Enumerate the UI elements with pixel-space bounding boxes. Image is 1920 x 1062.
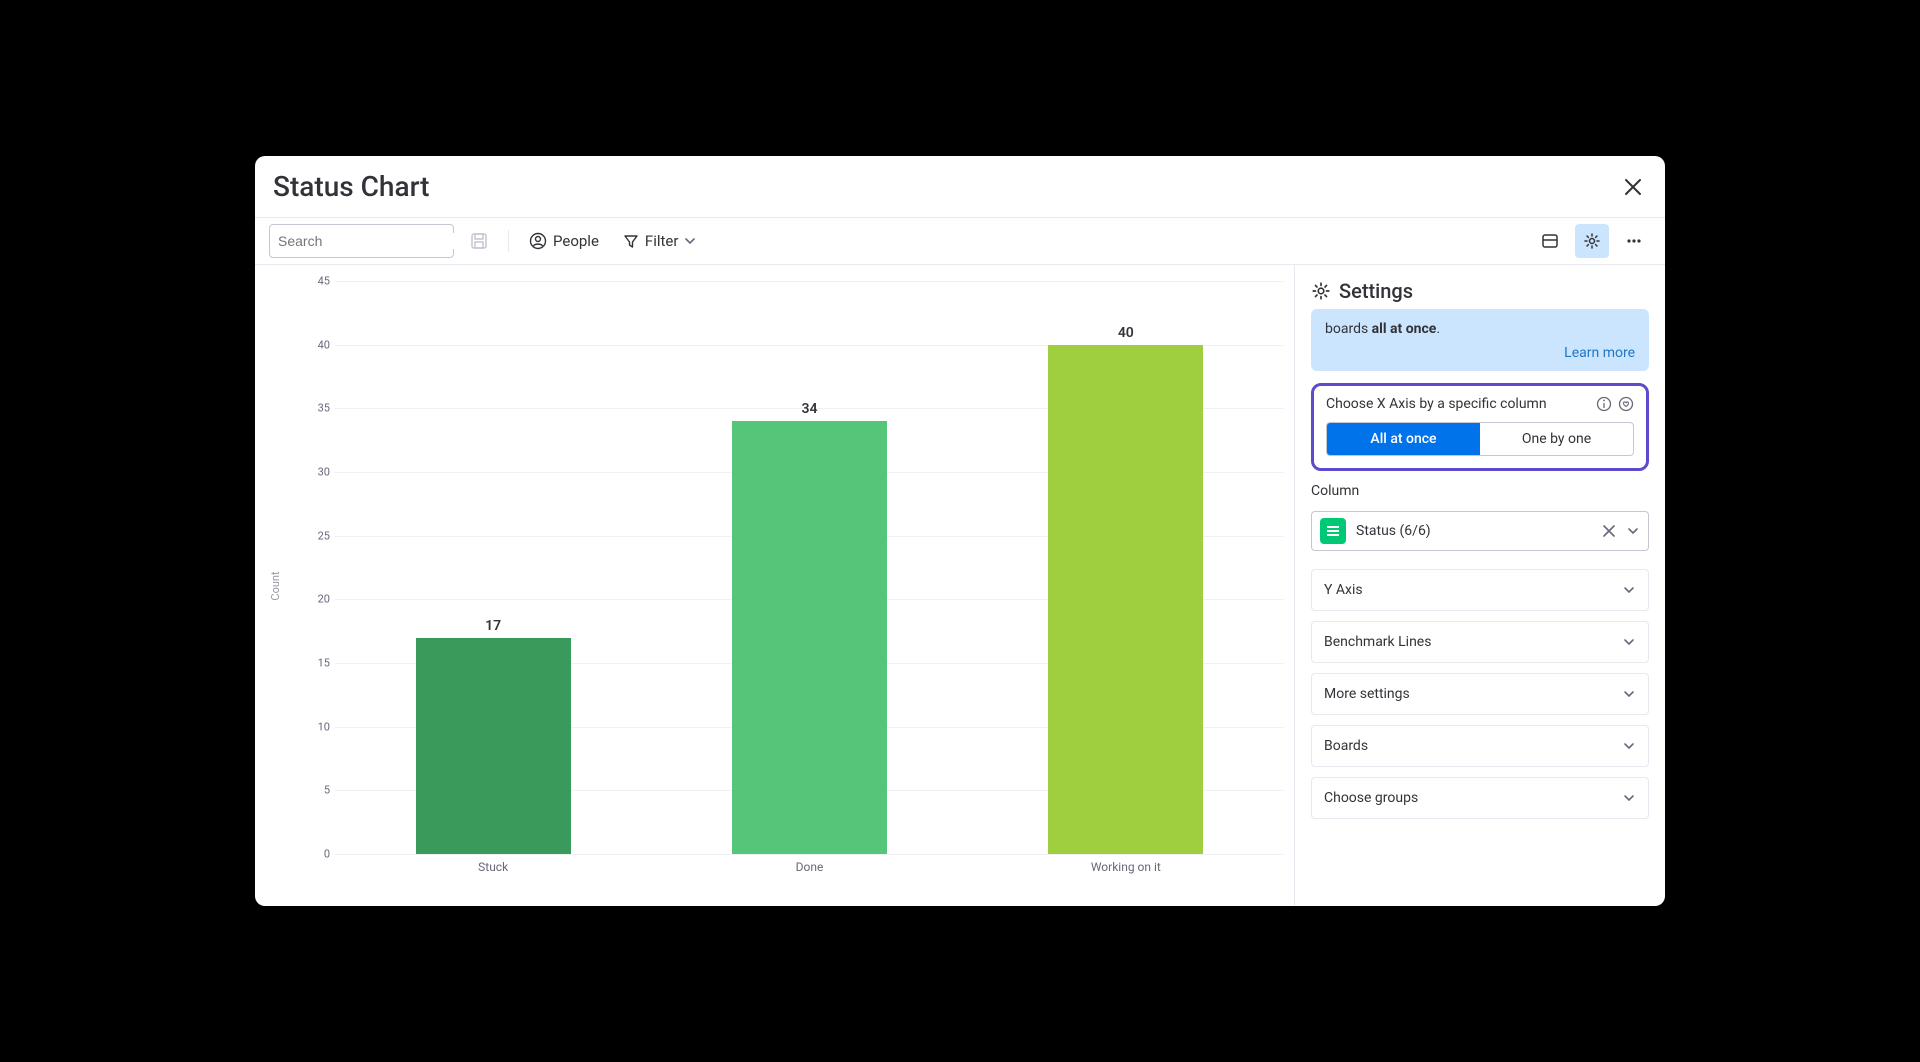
filter-icon: [623, 233, 639, 249]
x-labels: StuckDoneWorking on it: [335, 860, 1284, 874]
chart-area: Count 0 5 10 15 20 25 30 35 40 45 17 34 40 StuckDon…: [255, 265, 1295, 906]
gear-icon: [1311, 281, 1331, 301]
bar-slot: 40: [968, 281, 1284, 854]
page-title: Status Chart: [273, 170, 429, 203]
x-tick-label: Stuck: [335, 860, 651, 874]
heart-icon[interactable]: [1618, 396, 1634, 412]
body: Count 0 5 10 15 20 25 30 35 40 45 17 34 40 StuckDon…: [255, 265, 1665, 906]
column-value: Status (6/6): [1356, 523, 1592, 539]
search-input[interactable]: [278, 233, 459, 249]
panel-icon: [1541, 232, 1559, 250]
bars-row: 17 34 40: [335, 281, 1284, 854]
y-axis-label: Count: [269, 571, 282, 600]
gear-icon: [1583, 232, 1601, 250]
y-tick-label: 35: [305, 402, 330, 415]
y-tick-label: 15: [305, 657, 330, 670]
accordion-boards[interactable]: Boards: [1311, 725, 1649, 767]
people-button[interactable]: People: [521, 224, 607, 258]
xaxis-section: Choose X Axis by a specific column All a…: [1311, 383, 1649, 471]
xaxis-row: Choose X Axis by a specific column: [1326, 396, 1634, 412]
settings-panel: Settings boards all at once. Learn more …: [1295, 265, 1665, 906]
bar-slot: 17: [335, 281, 651, 854]
settings-button[interactable]: [1575, 224, 1609, 258]
window: Status Chart People Filter: [255, 156, 1665, 906]
x-tick-label: Done: [651, 860, 967, 874]
y-tick-label: 10: [305, 720, 330, 733]
accordion-label: Benchmark Lines: [1324, 634, 1431, 650]
close-button[interactable]: [1619, 173, 1647, 201]
chart-plot: 0 5 10 15 20 25 30 35 40 45 17 34 40 StuckDoneWorki…: [295, 275, 1294, 876]
chevron-down-icon: [1622, 687, 1636, 701]
y-tick-label: 25: [305, 529, 330, 542]
bar[interactable]: [732, 421, 887, 854]
y-tick-label: 5: [305, 784, 330, 797]
bar[interactable]: [1048, 345, 1203, 854]
accordion-label: More settings: [1324, 686, 1410, 702]
y-tick-label: 40: [305, 338, 330, 351]
bar-value-label: 17: [485, 618, 501, 634]
bar-slot: 34: [651, 281, 967, 854]
bar-value-label: 40: [1118, 325, 1134, 341]
grid-line: [335, 854, 1284, 855]
xaxis-icons: [1596, 396, 1634, 412]
toggle-all-at-once[interactable]: All at once: [1327, 423, 1480, 455]
xaxis-toggle: All at once One by one: [1326, 422, 1634, 456]
column-section-label: Column: [1311, 483, 1649, 499]
info-text-dot: .: [1436, 321, 1440, 337]
clear-icon[interactable]: [1602, 524, 1616, 538]
y-tick-label: 0: [305, 848, 330, 861]
title-bar: Status Chart: [255, 156, 1665, 218]
x-tick-label: Working on it: [968, 860, 1284, 874]
accordion-choose-groups[interactable]: Choose groups: [1311, 777, 1649, 819]
accordions: Y Axis Benchmark Lines More settings Boards…: [1311, 569, 1649, 819]
bar[interactable]: [416, 638, 571, 854]
y-tick-label: 20: [305, 593, 330, 606]
accordion-more-settings[interactable]: More settings: [1311, 673, 1649, 715]
save-icon: [470, 232, 488, 250]
accordion-benchmark-lines[interactable]: Benchmark Lines: [1311, 621, 1649, 663]
chevron-down-icon: [1622, 791, 1636, 805]
search-input-wrap[interactable]: [269, 224, 454, 258]
accordion-label: Choose groups: [1324, 790, 1418, 806]
info-card: boards all at once. Learn more: [1311, 309, 1649, 371]
info-text: boards all at once.: [1325, 319, 1635, 339]
fullwidth-button[interactable]: [1533, 224, 1567, 258]
info-text-tail: boards: [1325, 321, 1372, 337]
chevron-down-icon: [684, 235, 696, 247]
chevron-down-icon: [1622, 583, 1636, 597]
info-icon[interactable]: [1596, 396, 1612, 412]
xaxis-label: Choose X Axis by a specific column: [1326, 396, 1547, 412]
status-chip-icon: [1320, 518, 1346, 544]
close-icon: [1624, 178, 1642, 196]
filter-label: Filter: [645, 232, 679, 250]
more-button[interactable]: [1617, 224, 1651, 258]
dots-icon: [1625, 232, 1643, 250]
info-text-bold: all at once: [1372, 321, 1437, 337]
people-label: People: [553, 232, 599, 250]
toolbar: People Filter: [255, 218, 1665, 265]
save-button[interactable]: [462, 224, 496, 258]
person-icon: [529, 232, 547, 250]
column-select[interactable]: Status (6/6): [1311, 511, 1649, 551]
learn-more-link[interactable]: Learn more: [1325, 345, 1635, 361]
toolbar-divider: [508, 230, 509, 252]
accordion-label: Y Axis: [1324, 582, 1363, 598]
accordion-label: Boards: [1324, 738, 1368, 754]
toggle-one-by-one[interactable]: One by one: [1480, 423, 1633, 455]
accordion-y-axis[interactable]: Y Axis: [1311, 569, 1649, 611]
y-tick-label: 30: [305, 466, 330, 479]
bar-value-label: 34: [801, 401, 817, 417]
settings-title: Settings: [1339, 279, 1413, 303]
chevron-down-icon[interactable]: [1626, 524, 1640, 538]
chevron-down-icon: [1622, 635, 1636, 649]
chevron-down-icon: [1622, 739, 1636, 753]
settings-header: Settings: [1311, 279, 1649, 303]
filter-button[interactable]: Filter: [615, 224, 705, 258]
y-tick-label: 45: [305, 275, 330, 288]
